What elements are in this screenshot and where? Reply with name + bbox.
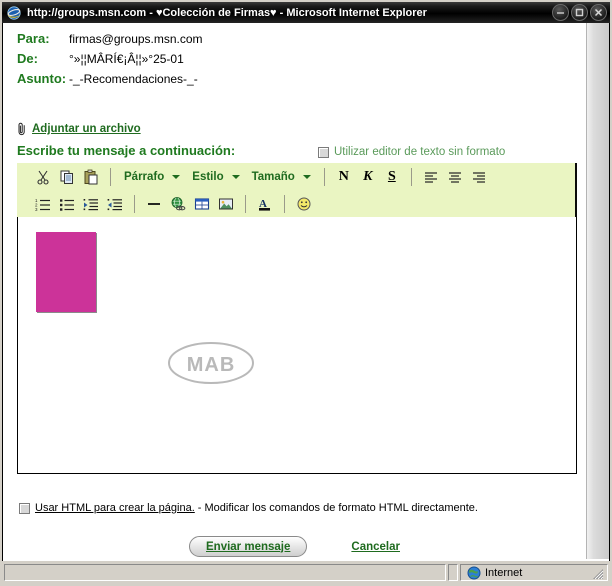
html-source-description: - Modificar los comandos de formato HTML… xyxy=(197,502,478,514)
send-message-button[interactable]: Enviar mensaje xyxy=(189,536,308,557)
html-source-option[interactable]: Usar HTML para crear la página. - Modifi… xyxy=(19,502,478,514)
status-progress-pane xyxy=(448,564,458,581)
title-bar[interactable]: http://groups.msn.com - ♥Colección de Fi… xyxy=(2,2,610,23)
window-title: http://groups.msn.com - ♥Colección de Fi… xyxy=(27,6,427,19)
align-right-button[interactable] xyxy=(467,166,491,188)
italic-button[interactable]: K xyxy=(356,166,380,188)
chevron-down-icon xyxy=(302,175,311,179)
insert-image-button[interactable] xyxy=(214,193,238,215)
align-left-button[interactable] xyxy=(419,166,443,188)
copy-button[interactable] xyxy=(55,166,79,188)
paste-button[interactable] xyxy=(79,166,103,188)
compose-prompt: Escribe tu mensaje a continuación: xyxy=(17,143,236,158)
style-dropdown[interactable]: Estilo xyxy=(186,167,245,187)
security-zone-label: Internet xyxy=(485,566,523,579)
status-message-pane xyxy=(4,564,446,581)
status-bar: Internet xyxy=(2,561,610,584)
toolbar-separator xyxy=(410,168,412,186)
plaintext-editor-option[interactable]: Utilizar editor de texto sin formato xyxy=(318,146,505,158)
editor-toolbar: Párrafo Estilo Tamaño N K S 1 2 3 A xyxy=(17,163,577,217)
window-controls xyxy=(552,4,607,21)
size-dropdown-label: Tamaño xyxy=(251,171,295,183)
message-compose-page: Para: firmas@groups.msn.com De: °»¦¦MÂRÍ… xyxy=(3,23,586,559)
globe-icon xyxy=(467,566,481,580)
html-source-link[interactable]: Usar HTML para crear la página. xyxy=(35,502,195,514)
paperclip-icon xyxy=(16,122,28,136)
from-value: °»¦¦MÂRÍ€¡Â¦¦»°25-01 xyxy=(69,52,184,66)
cut-button[interactable] xyxy=(31,166,55,188)
font-color-button[interactable]: A xyxy=(253,193,277,215)
close-button[interactable] xyxy=(590,4,607,21)
rich-text-editor: Párrafo Estilo Tamaño N K S 1 2 3 A MAB xyxy=(17,163,577,474)
toolbar-separator xyxy=(284,195,285,213)
toolbar-row-2: 1 2 3 A xyxy=(17,191,575,217)
internet-explorer-icon xyxy=(6,5,22,21)
field-row-subject: Asunto: -_-Recomendaciones-_- xyxy=(17,71,537,91)
toolbar-separator xyxy=(245,195,246,213)
subject-label: Asunto: xyxy=(17,71,67,86)
decrease-indent-button[interactable] xyxy=(79,193,103,215)
style-dropdown-label: Estilo xyxy=(192,171,224,183)
message-body-editable[interactable]: MAB xyxy=(17,217,577,474)
chevron-down-icon xyxy=(231,175,240,179)
to-value: firmas@groups.msn.com xyxy=(69,32,203,46)
insert-emoticon-button[interactable] xyxy=(292,193,316,215)
pasted-image-block[interactable] xyxy=(36,232,96,312)
cancel-link[interactable]: Cancelar xyxy=(351,541,400,553)
message-header-fields: Para: firmas@groups.msn.com De: °»¦¦MÂRÍ… xyxy=(17,31,537,91)
toolbar-separator xyxy=(134,195,135,213)
html-source-checkbox[interactable] xyxy=(19,502,30,514)
attach-file-row[interactable]: Adjuntar un archivo xyxy=(16,121,141,137)
form-actions: Enviar mensaje Cancelar xyxy=(3,536,586,557)
bulleted-list-button[interactable] xyxy=(55,193,79,215)
security-zone-pane[interactable]: Internet xyxy=(460,564,608,581)
subject-value: -_-Recomendaciones-_- xyxy=(69,72,198,86)
from-label: De: xyxy=(17,51,38,66)
horizontal-rule-button[interactable] xyxy=(142,193,166,215)
attach-file-link[interactable]: Adjuntar un archivo xyxy=(32,123,141,135)
browser-client-area: Para: firmas@groups.msn.com De: °»¦¦MÂRÍ… xyxy=(2,23,610,561)
mab-watermark-logo: MAB xyxy=(166,339,256,387)
paragraph-dropdown[interactable]: Párrafo xyxy=(118,167,186,187)
vertical-scrollbar[interactable] xyxy=(586,23,609,559)
numbered-list-button[interactable]: 1 2 3 xyxy=(31,193,55,215)
insert-table-button[interactable] xyxy=(190,193,214,215)
underline-button[interactable]: S xyxy=(380,166,404,188)
plaintext-editor-checkbox[interactable] xyxy=(318,146,329,158)
bold-button[interactable]: N xyxy=(332,166,356,188)
size-dropdown[interactable]: Tamaño xyxy=(246,167,317,187)
svg-text:3: 3 xyxy=(35,207,38,211)
resize-grip[interactable] xyxy=(592,567,604,580)
svg-text:MAB: MAB xyxy=(187,354,236,376)
paragraph-dropdown-label: Párrafo xyxy=(124,171,165,183)
field-row-from: De: °»¦¦MÂRÍ€¡Â¦¦»°25-01 xyxy=(17,51,537,71)
to-label: Para: xyxy=(17,31,50,46)
chevron-down-icon xyxy=(172,175,181,179)
toolbar-separator xyxy=(323,168,325,186)
toolbar-row-1: Párrafo Estilo Tamaño N K S xyxy=(17,163,575,191)
align-center-button[interactable] xyxy=(443,166,467,188)
maximize-button[interactable] xyxy=(571,4,588,21)
browser-window: http://groups.msn.com - ♥Colección de Fi… xyxy=(0,0,612,586)
minimize-button[interactable] xyxy=(552,4,569,21)
increase-indent-button[interactable] xyxy=(103,193,127,215)
toolbar-separator xyxy=(110,168,111,186)
field-row-to: Para: firmas@groups.msn.com xyxy=(17,31,537,51)
insert-link-button[interactable] xyxy=(166,193,190,215)
plaintext-editor-label: Utilizar editor de texto sin formato xyxy=(334,146,506,158)
